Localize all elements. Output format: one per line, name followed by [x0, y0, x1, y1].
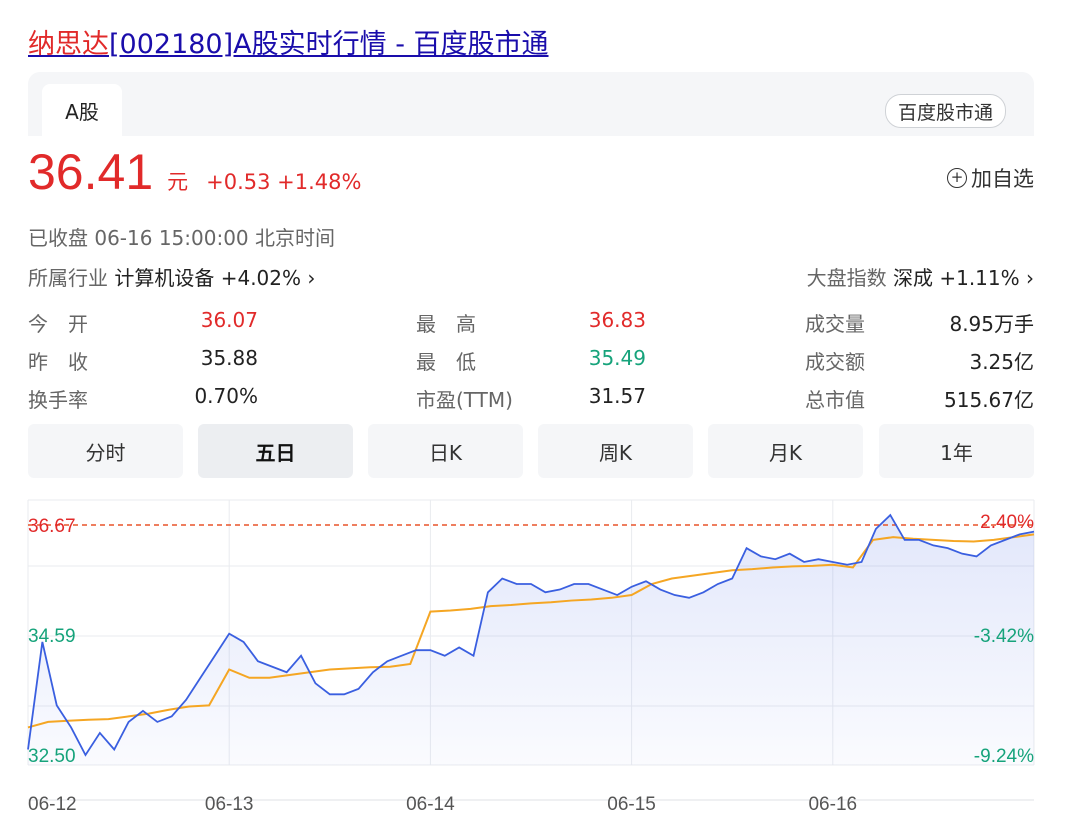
y-right-tick-mid: -3.42%: [974, 626, 1034, 647]
y-right-tick-bottom: -9.24%: [974, 746, 1034, 767]
y-left-tick-mid: 34.59: [28, 626, 76, 647]
x-tick-label: 06-12: [28, 794, 77, 815]
x-tick-label: 06-16: [808, 794, 857, 815]
y-left-tick-bottom: 32.50: [28, 746, 76, 767]
x-tick-label: 06-14: [406, 794, 455, 815]
y-left-tick-top: 36.67: [28, 516, 76, 537]
x-tick-label: 06-15: [607, 794, 656, 815]
x-axis-labels: 06-12 06-13 06-14 06-15 06-16: [28, 794, 857, 815]
x-tick-label: 06-13: [205, 794, 254, 815]
y-right-tick-top: 2.40%: [980, 512, 1034, 533]
price-area-fill: [28, 515, 1034, 765]
five-day-chart[interactable]: 36.67 34.59 32.50 2.40% -3.42% -9.24% 06…: [0, 0, 1080, 828]
